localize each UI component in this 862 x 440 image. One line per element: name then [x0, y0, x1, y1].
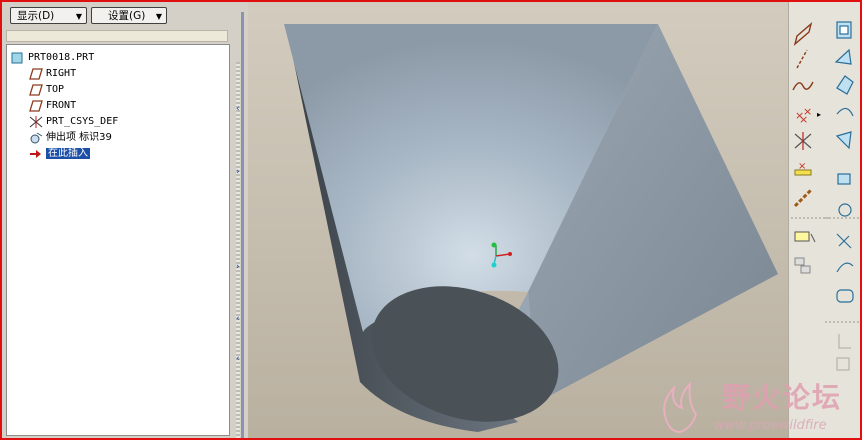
chain-tool[interactable] [791, 186, 813, 208]
collapse-left-icon[interactable]: ‹ [236, 314, 240, 324]
coordinate-system-tool[interactable] [791, 130, 813, 152]
forum-watermark: 野火论坛 www.proewildfire [652, 374, 860, 438]
chevron-down-icon: ▼ [155, 12, 162, 21]
datum-point-tool[interactable] [791, 102, 813, 124]
panel-splitter[interactable]: ‹ › › ‹ ‹ [234, 2, 248, 438]
tree-item-label: 在此插入 [46, 148, 90, 159]
tree-item-insert-here[interactable]: 在此插入 [29, 146, 90, 161]
display-menu-label: 显示(D) [17, 10, 55, 22]
collapse-left-icon[interactable]: ‹ [236, 104, 240, 114]
tree-item-front[interactable]: FRONT [29, 98, 76, 113]
settings-menu-button[interactable]: 设置(G) ▼ [91, 7, 167, 24]
sweep-tool[interactable] [835, 256, 857, 278]
expand-right-icon[interactable]: › [236, 167, 240, 177]
tree-item-top[interactable]: TOP [29, 82, 64, 97]
extrude-tool[interactable] [835, 168, 857, 190]
chevron-down-icon: ▼ [75, 12, 82, 21]
annotation-tool[interactable] [791, 228, 813, 250]
model-tree-panel: 显示(D) ▼ 设置(G) ▼ PRT0018.PRT RIGHT TOP FR… [2, 2, 234, 438]
splitter-grip [236, 62, 240, 438]
graphics-viewport[interactable] [248, 2, 788, 438]
draft-tool[interactable] [835, 230, 857, 252]
watermark-title: 野火论坛 [722, 381, 843, 414]
model-tree-toolbar: 显示(D) ▼ 设置(G) ▼ [2, 2, 234, 28]
collapse-left-icon[interactable]: ‹ [236, 354, 240, 364]
analysis-tool[interactable] [791, 160, 813, 182]
tree-item-right[interactable]: RIGHT [29, 66, 76, 81]
tree-item-label: PRT0018.PRT [28, 52, 95, 63]
blend-tool[interactable] [835, 286, 857, 308]
datum-axis-tool[interactable] [791, 48, 813, 70]
tree-column-header [6, 30, 228, 42]
splitter-bar [241, 12, 244, 438]
display-menu-button[interactable]: 显示(D) ▼ [10, 7, 87, 24]
app-window: 显示(D) ▼ 设置(G) ▼ PRT0018.PRT RIGHT TOP FR… [0, 0, 862, 440]
round-tool[interactable] [835, 100, 857, 122]
rib-tool[interactable] [835, 72, 857, 94]
watermark-url: www.proewildfire [714, 418, 827, 433]
protrusion-icon [29, 132, 43, 144]
tree-item-label: PRT_CSYS_DEF [46, 116, 119, 127]
insert-here-arrow-icon [29, 148, 43, 160]
shell-tool[interactable] [835, 46, 857, 68]
part-icon [11, 52, 25, 64]
hole-tool[interactable] [835, 18, 857, 40]
expand-right-icon[interactable]: › [236, 262, 240, 272]
datum-plane-icon [29, 67, 43, 80]
settings-menu-label: 设置(G) [108, 10, 146, 22]
feature-toolbar: × × × ▸ × [788, 2, 860, 438]
tree-item-csys[interactable]: PRT_CSYS_DEF [29, 114, 118, 129]
svg-text:▸: ▸ [817, 110, 821, 119]
tree-item-label: RIGHT [46, 68, 77, 79]
datum-plane-icon [29, 83, 43, 96]
tree-item-label: TOP [46, 84, 65, 95]
datum-plane-icon [29, 99, 43, 112]
tree-item-part[interactable]: PRT0018.PRT [11, 50, 94, 65]
tree-item-protrusion[interactable]: 伸出项 标识39 [29, 130, 112, 145]
group-tool[interactable] [791, 254, 813, 276]
chamfer-tool[interactable] [835, 128, 857, 150]
model-render [248, 2, 788, 438]
model-tree[interactable]: PRT0018.PRT RIGHT TOP FRONT PRT_CSYS_DEF… [6, 44, 230, 436]
tree-item-label: FRONT [46, 100, 77, 111]
coordinate-system-icon [29, 115, 43, 128]
datum-curve-tool[interactable] [791, 74, 813, 96]
tree-item-label: 伸出项 标识39 [46, 132, 112, 143]
datum-plane-tool[interactable] [791, 20, 813, 42]
revolve-tool[interactable] [835, 198, 857, 220]
